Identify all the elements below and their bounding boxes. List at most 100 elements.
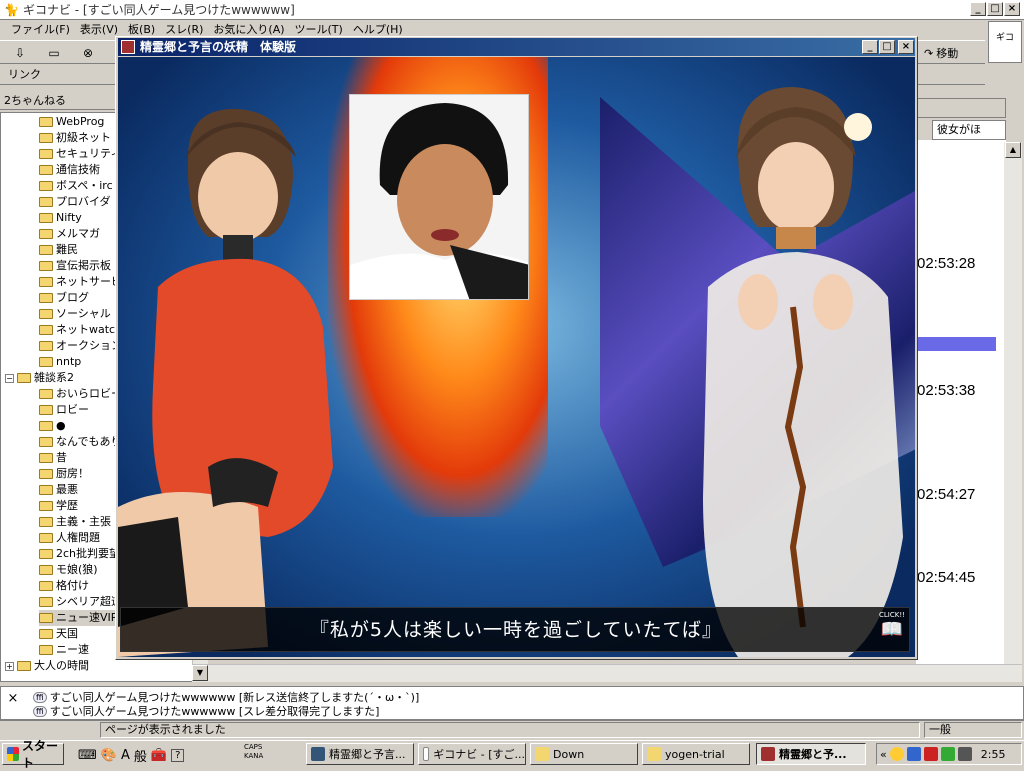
smiley-icon[interactable] bbox=[889, 747, 904, 761]
network-icon[interactable] bbox=[906, 747, 921, 761]
board-tree-item[interactable]: オークション bbox=[39, 338, 122, 354]
board-tree-item[interactable]: nntp bbox=[39, 354, 81, 370]
board-tree-item[interactable]: ソーシャル bbox=[39, 306, 111, 322]
board-tree-item[interactable]: モ娘(狼) bbox=[39, 562, 98, 578]
task-yogen-folder[interactable]: yogen-trial bbox=[642, 743, 750, 765]
board-tree-item[interactable]: ニー速 bbox=[39, 642, 89, 658]
folder-icon bbox=[39, 613, 53, 623]
horizontal-scrollbar[interactable]: ▼ bbox=[192, 664, 1022, 682]
board-tree-item[interactable]: プロバイダ bbox=[39, 194, 111, 210]
task-game-active[interactable]: 精霊郷と予... bbox=[756, 743, 866, 765]
folder-icon bbox=[39, 117, 53, 127]
folder-icon bbox=[39, 485, 53, 495]
board-tree-item[interactable]: ニュー速VIP bbox=[39, 610, 118, 626]
toolbox-icon[interactable]: 🧰 bbox=[151, 748, 167, 763]
menu-file[interactable]: ファイル(F) bbox=[6, 21, 75, 37]
task-down-folder[interactable]: Down bbox=[530, 743, 638, 765]
board-tree-item[interactable]: 宣伝掲示板 bbox=[39, 258, 111, 274]
board-tree-label: 大人の時間 bbox=[34, 659, 89, 672]
board-tree-item[interactable]: ロビー bbox=[39, 402, 89, 418]
board-tree-label: 人権問題 bbox=[56, 531, 100, 544]
game-minimize-button[interactable]: _ bbox=[862, 40, 878, 54]
folder-icon bbox=[39, 549, 53, 559]
ime-a-icon[interactable]: A bbox=[121, 748, 130, 763]
board-tree-item[interactable]: WebProg bbox=[39, 114, 104, 130]
board-tree-item[interactable]: 学歴 bbox=[39, 498, 78, 514]
status-message: ページが表示されました bbox=[100, 722, 920, 738]
board-tree-item[interactable]: おいらロビー bbox=[39, 386, 122, 402]
maximize-button[interactable]: □ bbox=[987, 2, 1003, 16]
scroll-down-button[interactable]: ▼ bbox=[192, 665, 208, 681]
expander-icon[interactable]: + bbox=[5, 661, 14, 671]
board-tree-item[interactable]: 最悪 bbox=[39, 482, 78, 498]
gikonavi-icon bbox=[423, 747, 430, 761]
folder-icon bbox=[39, 261, 53, 271]
task-game-1[interactable]: 精霊郷と予言... bbox=[306, 743, 414, 765]
game-close-button[interactable]: × bbox=[898, 40, 914, 54]
close-button[interactable]: × bbox=[1004, 2, 1020, 16]
board-tree-item[interactable]: ● bbox=[39, 418, 66, 434]
folder-icon bbox=[647, 747, 661, 761]
board-tree-item[interactable]: Nifty bbox=[39, 210, 82, 226]
start-button[interactable]: スタート bbox=[2, 739, 64, 770]
antivirus-icon[interactable] bbox=[923, 747, 938, 761]
board-tree-item[interactable]: 難民 bbox=[39, 242, 78, 258]
minimize-button[interactable]: _ bbox=[970, 2, 986, 16]
board-tree-item[interactable]: 人権問題 bbox=[39, 530, 100, 546]
help-icon[interactable]: ? bbox=[171, 749, 185, 762]
board-tree-label: 2ch批判要望 bbox=[56, 547, 121, 560]
dialogue-box[interactable]: 『私が5人は楽しい一時を過ごしていたてば』 bbox=[120, 607, 910, 652]
board-tree-item[interactable]: ボスペ・irc bbox=[39, 178, 113, 194]
board-tree-item[interactable]: 昔 bbox=[39, 450, 67, 466]
folder-icon bbox=[39, 197, 53, 207]
folder-icon bbox=[39, 213, 53, 223]
menu-tools[interactable]: ツール(T) bbox=[290, 21, 348, 37]
post-timestamp: 02:54:27 bbox=[917, 486, 976, 503]
task-gikonavi[interactable]: ギコナビ - [すご... bbox=[418, 743, 526, 765]
board-tree-item[interactable]: 通信技術 bbox=[39, 162, 100, 178]
thread-scrollbar[interactable]: ▲ ▼ bbox=[1004, 142, 1022, 682]
keyboard-icon[interactable]: ⌨ bbox=[78, 748, 97, 763]
board-tree-item[interactable]: セキュリティ bbox=[39, 146, 121, 162]
menu-thread[interactable]: スレ(R) bbox=[160, 21, 208, 37]
stop-icon[interactable]: ⊗ bbox=[78, 44, 98, 62]
board-tree-item[interactable]: ブログ bbox=[39, 290, 89, 306]
shield-icon[interactable] bbox=[940, 747, 955, 761]
folder-icon bbox=[39, 277, 53, 287]
volume-icon[interactable] bbox=[957, 747, 972, 761]
board-tree-item[interactable]: なんでもあり bbox=[39, 434, 121, 450]
board-tree-item[interactable]: 2ch批判要望 bbox=[39, 546, 120, 562]
ime-mode-icon[interactable]: 般 bbox=[134, 746, 147, 765]
menu-view[interactable]: 表示(V) bbox=[75, 21, 123, 37]
board-tree-item[interactable]: + 大人の時間 bbox=[5, 658, 89, 674]
download-icon[interactable]: ⇩ bbox=[10, 44, 30, 62]
game-maximize-button[interactable]: □ bbox=[879, 40, 895, 54]
paint-icon[interactable]: 🎨 bbox=[101, 748, 117, 763]
board-tree-item[interactable]: 格付け bbox=[39, 578, 89, 594]
tray-expand-icon[interactable]: « bbox=[880, 748, 887, 761]
thread-tab[interactable]: 彼女がほ bbox=[932, 120, 1006, 140]
log-close-icon[interactable]: × bbox=[6, 692, 20, 706]
folder-icon bbox=[535, 747, 549, 761]
board-tree-item[interactable]: 厨房！ bbox=[39, 466, 89, 482]
folder-icon bbox=[39, 325, 53, 335]
board-tree-item[interactable]: − 雑談系2 bbox=[5, 370, 74, 386]
menu-help[interactable]: ヘルプ(H) bbox=[348, 21, 408, 37]
window-icon[interactable]: ▭ bbox=[44, 44, 64, 62]
scroll-up-button[interactable]: ▲ bbox=[1005, 142, 1021, 158]
game-scene[interactable]: 『私が5人は楽しい一時を過ごしていたてば』 CLICK!! 📖 bbox=[118, 57, 915, 657]
clock[interactable]: 2:55 bbox=[981, 748, 1006, 761]
click-advance-button[interactable]: CLICK!! 📖 bbox=[878, 611, 906, 645]
expander-icon[interactable]: − bbox=[5, 373, 14, 383]
board-tree-item[interactable]: メルマガ bbox=[39, 226, 100, 242]
menu-board[interactable]: 板(B) bbox=[123, 21, 160, 37]
board-tree-item[interactable]: 天国 bbox=[39, 626, 78, 642]
folder-icon bbox=[39, 501, 53, 511]
log-area: ffi すごい同人ゲーム見つけたwwwwww [新レス送信終了しますた(´・ω・… bbox=[0, 686, 1024, 720]
move-button[interactable]: ↷ 移動 bbox=[924, 45, 958, 61]
menu-favorites[interactable]: お気に入り(A) bbox=[208, 21, 289, 37]
board-tree-label: nntp bbox=[56, 355, 82, 368]
board-tree-item[interactable]: 主義・主張 bbox=[39, 514, 111, 530]
board-tree-item[interactable]: ネットwatch bbox=[39, 322, 122, 338]
board-tree-item[interactable]: 初級ネット bbox=[39, 130, 111, 146]
